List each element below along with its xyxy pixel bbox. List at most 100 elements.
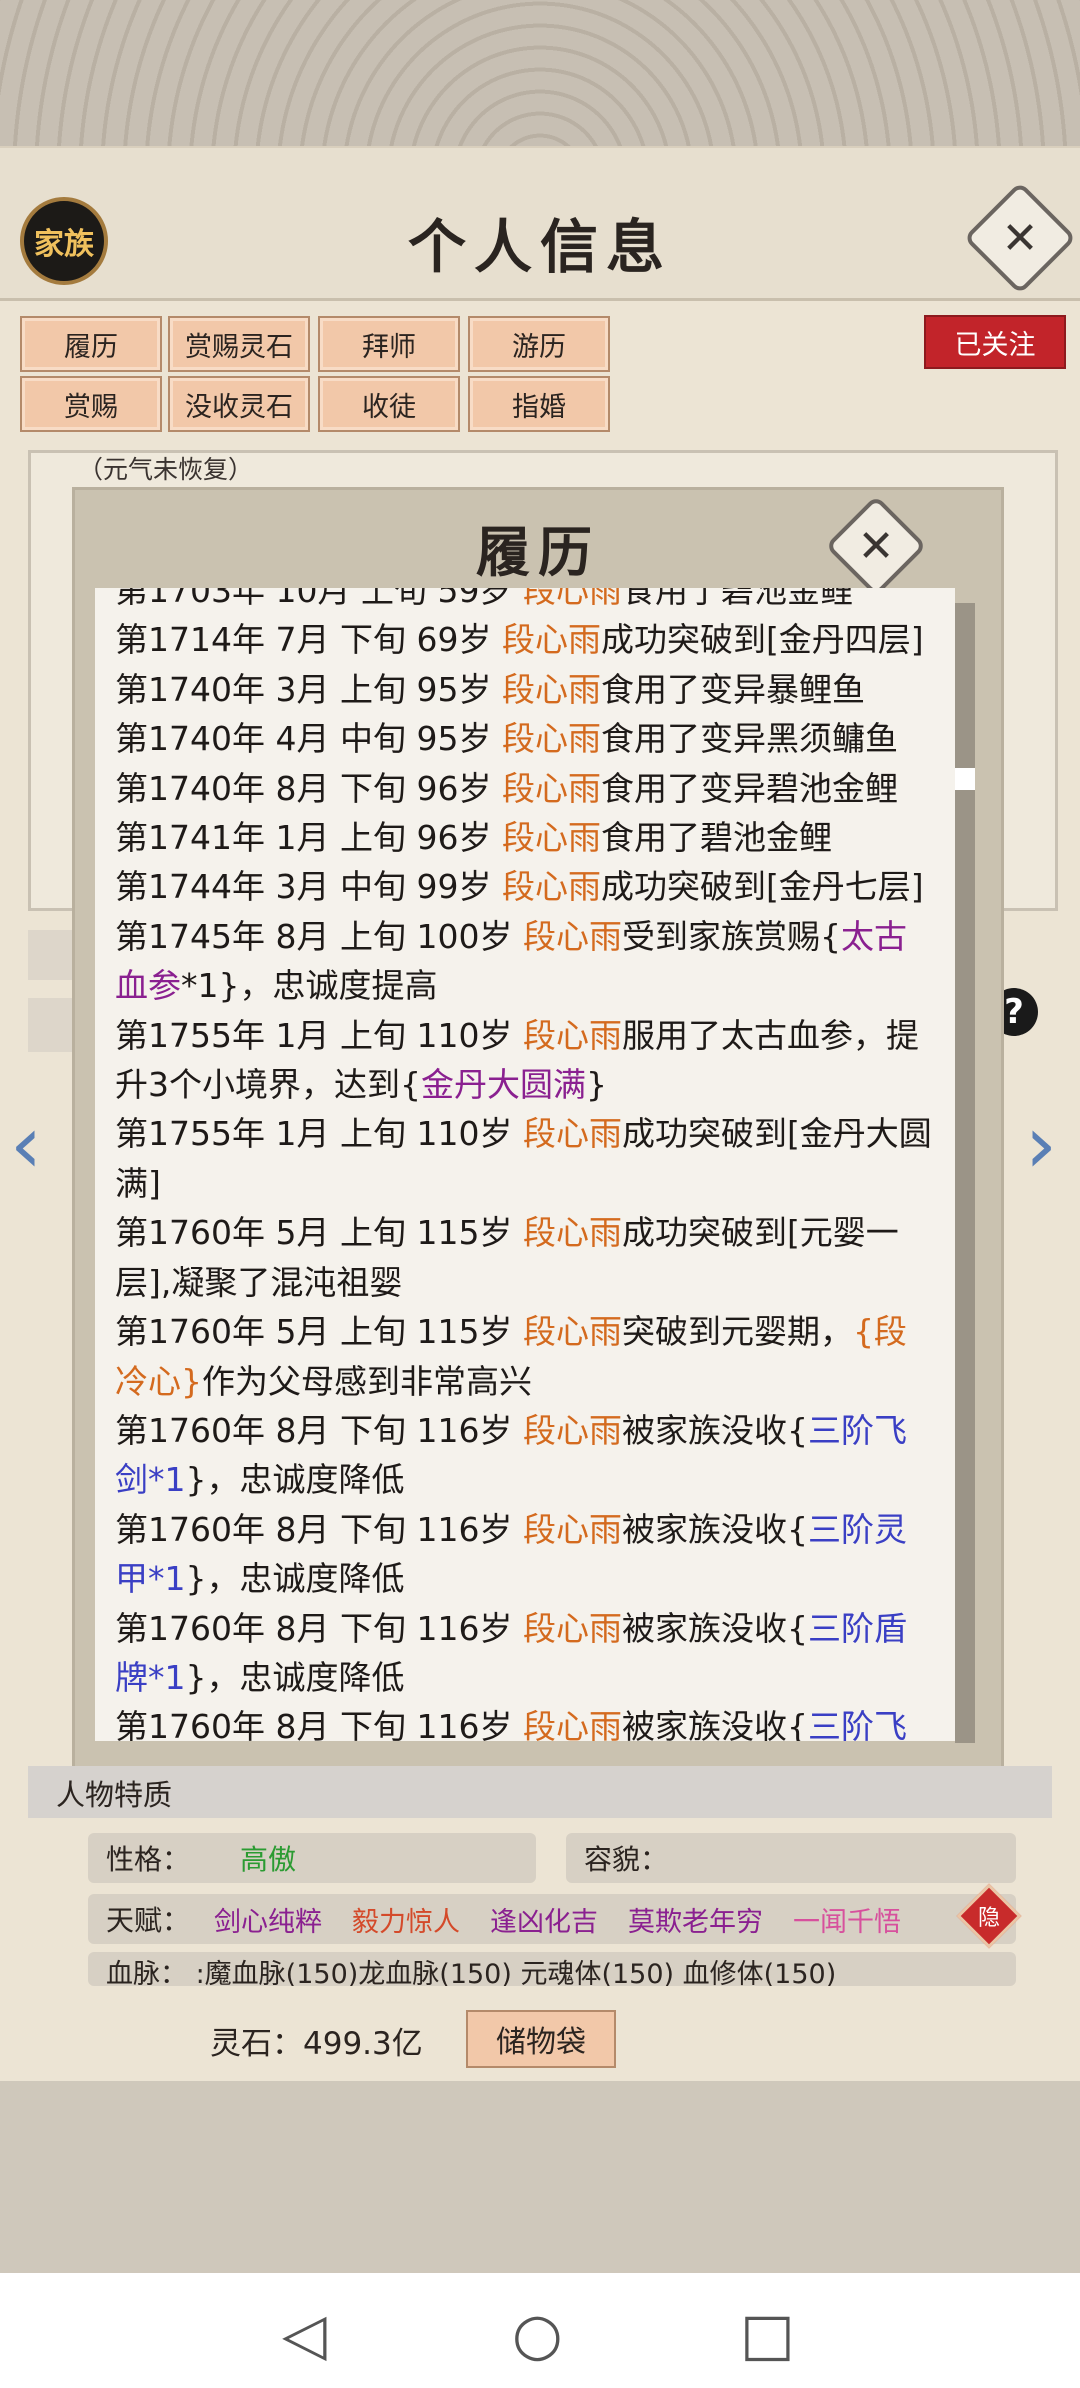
followed-button[interactable]: 已关注: [924, 315, 1066, 369]
appearance-row: 容貌：: [566, 1833, 1016, 1883]
bloodline-text: 血脉： :魔血脉(150)龙血脉(150) 元魂体(150) 血修体(150): [106, 1959, 837, 1986]
history-entry: 第1760年 8月 下旬 116岁 段心雨被家族没收{三阶盾牌*1}，忠诚度降低: [115, 1604, 935, 1703]
history-entry: 第1760年 8月 下旬 116岁 段心雨被家族没收{三阶飞: [115, 1702, 935, 1741]
history-segment: 第1703年 10月 上旬 59岁: [115, 588, 523, 610]
history-segment: 被家族没收{: [621, 1410, 808, 1450]
personality-label: 性格：: [106, 1843, 191, 1876]
history-segment: 段心雨: [522, 1509, 622, 1549]
storage-bag-button[interactable]: 储物袋: [466, 2010, 616, 2068]
history-segment: }: [586, 1065, 607, 1105]
history-segment: 金丹大圆满: [421, 1065, 586, 1105]
history-list: 第1703年 10月 上旬 59岁 段心雨食用了碧池金鲤 第1714年 7月 下旬…: [115, 588, 935, 1741]
reward-stones-button[interactable]: 赏赐灵石: [168, 316, 310, 372]
history-segment: 食用了变异黑须鳙鱼: [600, 719, 898, 759]
hidden-badge-label: 隐: [977, 1906, 1000, 1931]
history-segment: 食用了碧池金鲤: [600, 818, 832, 858]
history-segment: 段心雨: [501, 620, 601, 660]
history-segment: 第1755年 1月 上旬 110岁: [115, 1015, 523, 1055]
prev-arrow-icon[interactable]: ‹: [10, 1098, 42, 1191]
travel-button[interactable]: 游历: [468, 316, 610, 372]
talent-item: 剑心纯粹: [214, 1906, 323, 1938]
history-segment: 第1740年 4月 中旬 95岁: [115, 719, 502, 759]
history-entry: 第1755年 1月 上旬 110岁 段心雨成功突破到[金丹大圆满]: [115, 1109, 935, 1208]
history-segment: 第1760年 8月 下旬 116岁: [115, 1410, 523, 1450]
history-segment: 段心雨: [522, 1410, 622, 1450]
personality-value: 高傲: [240, 1843, 297, 1876]
arrange-marriage-button[interactable]: 指婚: [468, 376, 610, 432]
appearance-label: 容貌：: [584, 1843, 669, 1876]
history-entry: 第1760年 8月 下旬 116岁 段心雨被家族没收{三阶飞剑*1}，忠诚度降低: [115, 1406, 935, 1505]
history-entry: 第1740年 8月 下旬 96岁 段心雨食用了变异碧池金鲤: [115, 764, 935, 813]
bloodline-row: 血脉： :魔血脉(150)龙血脉(150) 元魂体(150) 血修体(150): [88, 1952, 1016, 1986]
history-entry: 第1740年 4月 中旬 95岁 段心雨食用了变异黑须鳙鱼: [115, 714, 935, 763]
top-decor-band: [0, 0, 1080, 148]
history-segment: 段心雨: [522, 1608, 622, 1648]
scrollbar-thumb[interactable]: [955, 768, 975, 790]
history-segment: 段心雨: [522, 1213, 622, 1253]
history-segment: 成功突破到[金丹四层]: [600, 620, 924, 660]
page-title: 个人信息: [407, 213, 672, 281]
take-disciple-button[interactable]: 收徒: [318, 376, 460, 432]
history-segment: 第1760年 5月 上旬 115岁: [115, 1312, 523, 1352]
history-segment: 第1740年 8月 下旬 96岁: [115, 768, 502, 808]
history-entry: 第1755年 1月 上旬 110岁 段心雨服用了太古血参，提升3个小境界，达到{…: [115, 1011, 935, 1110]
history-segment: *1}，忠诚度提高: [181, 966, 438, 1006]
close-icon: ✕: [857, 520, 895, 572]
history-button[interactable]: 履历: [20, 316, 162, 372]
history-segment: 突破到元婴期，: [621, 1312, 853, 1352]
history-segment: 段心雨: [501, 818, 601, 858]
personality-row: 性格： 高傲: [88, 1833, 536, 1883]
talent-item: 逢凶化吉: [490, 1906, 599, 1938]
history-segment: 第1741年 1月 上旬 96岁: [115, 818, 502, 858]
history-segment: 段心雨: [501, 867, 601, 907]
history-segment: 第1760年 5月 上旬 115岁: [115, 1213, 523, 1253]
history-segment: 段心雨: [501, 669, 601, 709]
history-segment: 食用了变异碧池金鲤: [600, 768, 898, 808]
traits-header: [28, 1766, 1052, 1818]
nav-recent-icon[interactable]: □: [740, 2300, 795, 2368]
history-segment: 第1714年 7月 下旬 69岁: [115, 620, 502, 660]
history-segment: 段心雨: [522, 1707, 622, 1741]
history-segment: 第1760年 8月 下旬 116岁: [115, 1608, 523, 1648]
history-segment: }，忠诚度降低: [185, 1559, 405, 1599]
history-segment: 第1760年 8月 下旬 116岁: [115, 1509, 523, 1549]
history-entry: 第1740年 3月 上旬 95岁 段心雨食用了变异暴鲤鱼: [115, 665, 935, 714]
take-master-button[interactable]: 拜师: [318, 316, 460, 372]
history-segment: 第1744年 3月 中旬 99岁: [115, 867, 502, 907]
history-entry: 第1760年 5月 上旬 115岁 段心雨突破到元婴期，{段冷心}作为父母感到非…: [115, 1307, 935, 1406]
history-entry: 第1741年 1月 上旬 96岁 段心雨食用了碧池金鲤: [115, 813, 935, 862]
confiscate-stones-button[interactable]: 没收灵石: [168, 376, 310, 432]
history-segment: 段心雨: [522, 1312, 622, 1352]
history-segment: 段心雨: [522, 588, 622, 610]
history-segment: 食用了碧池金鲤: [621, 588, 853, 610]
history-segment: 第1755年 1月 上旬 110岁: [115, 1114, 523, 1154]
history-entry: 第1760年 5月 上旬 115岁 段心雨成功突破到[元婴一层],凝聚了混沌祖婴: [115, 1208, 935, 1307]
history-segment: 三阶飞: [807, 1707, 907, 1741]
history-segment: 段心雨: [501, 768, 601, 808]
history-segment: 第1745年 8月 上旬 100岁: [115, 916, 523, 956]
history-segment: }，忠诚度降低: [185, 1460, 405, 1500]
traits-title: 人物特质: [56, 1778, 173, 1812]
history-entry: 第1744年 3月 中旬 99岁 段心雨成功突破到[金丹七层]: [115, 862, 935, 911]
close-icon: ✕: [1001, 212, 1039, 264]
history-segment: 受到家族赏赐{: [621, 916, 841, 956]
status-label: （元气未恢复）: [78, 455, 254, 484]
next-arrow-icon[interactable]: ›: [1025, 1098, 1057, 1191]
history-log[interactable]: 第1703年 10月 上旬 59岁 段心雨食用了碧池金鲤 第1714年 7月 下旬…: [95, 588, 955, 1741]
talent-row: 天赋： 剑心纯粹 毅力惊人 逢凶化吉 莫欺老年穷 一闻千悟: [88, 1894, 1016, 1944]
history-entry: 第1760年 8月 下旬 116岁 段心雨被家族没收{三阶灵甲*1}，忠诚度降低: [115, 1505, 935, 1604]
history-segment: 段心雨: [522, 1114, 622, 1154]
nav-back-icon[interactable]: ◁: [282, 2300, 327, 2368]
talent-item: 一闻千悟: [793, 1906, 902, 1938]
nav-home-icon[interactable]: ○: [512, 2300, 563, 2368]
talent-item: 毅力惊人: [352, 1906, 461, 1938]
spirit-stones-count: 灵石：499.3亿: [210, 2026, 423, 2062]
lower-background: [0, 2081, 1080, 2273]
history-segment: 段心雨: [522, 1015, 622, 1055]
reward-button[interactable]: 赏赐: [20, 376, 162, 432]
history-segment: 被家族没收{: [621, 1608, 808, 1648]
history-segment: 作为父母感到非常高兴: [202, 1361, 532, 1401]
history-entry: 第1703年 10月 上旬 59岁 段心雨食用了碧池金鲤: [115, 588, 935, 615]
history-segment: 段心雨: [501, 719, 601, 759]
talent-item: 莫欺老年穷: [628, 1906, 764, 1938]
